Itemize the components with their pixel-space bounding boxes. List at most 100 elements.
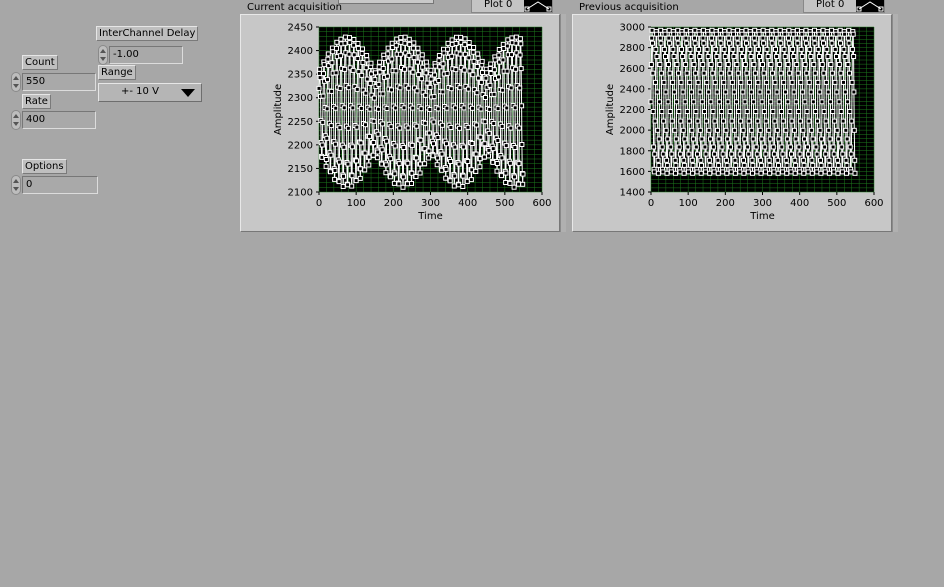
data-point: [838, 40, 843, 46]
plot-style-icon[interactable]: [856, 0, 884, 12]
data-point: [402, 66, 407, 72]
data-point: [505, 37, 511, 43]
data-point: [440, 61, 446, 67]
data-point: [666, 27, 672, 33]
data-point: [748, 89, 754, 95]
data-point: [431, 119, 437, 125]
data-point: [393, 105, 399, 111]
x-tick-label: 400: [458, 198, 477, 209]
data-point: [765, 54, 771, 59]
data-point: [490, 146, 496, 152]
data-point: [832, 118, 838, 124]
data-point: [744, 70, 750, 76]
data-point: [355, 45, 361, 51]
data-point: [406, 52, 412, 58]
data-point: [423, 70, 429, 76]
data-point: [410, 45, 416, 51]
data-point: [685, 144, 691, 150]
data-point: [721, 79, 727, 85]
data-point: [787, 109, 793, 114]
data-point: [805, 169, 811, 175]
data-point: [648, 62, 654, 67]
count-field[interactable]: 550: [22, 73, 96, 91]
rate-spin-icon[interactable]: [11, 110, 21, 130]
data-point: [796, 109, 802, 114]
data-point: [801, 162, 807, 168]
data-point: [775, 157, 781, 163]
data-point: [321, 71, 326, 77]
data-point: [818, 162, 824, 168]
data-point: [755, 46, 761, 52]
data-point: [393, 42, 399, 48]
data-point: [424, 63, 430, 69]
data-point: [831, 169, 837, 175]
data-point: [753, 144, 759, 150]
data-point: [436, 58, 442, 64]
data-point: [762, 144, 768, 150]
data-point: [353, 178, 359, 184]
options-spin-icon[interactable]: [11, 175, 21, 195]
range-dropdown[interactable]: +- 10 V: [98, 83, 202, 102]
count-spin-icon[interactable]: [11, 72, 21, 92]
rate-field[interactable]: 400: [22, 111, 96, 129]
data-point: [808, 89, 814, 95]
data-point: [800, 157, 806, 163]
data-point: [320, 93, 326, 99]
data-point: [367, 133, 372, 139]
data-point: [814, 169, 820, 175]
data-point: [415, 50, 421, 56]
data-point: [461, 144, 467, 150]
data-point: [802, 62, 808, 67]
data-point: [822, 144, 828, 150]
graph-previous-chart[interactable]: 0 100 200 300 400 500 600 1400 1600 1800 2000 2200 2…: [572, 14, 892, 232]
data-point: [725, 136, 731, 142]
plot-style-icon[interactable]: [524, 0, 552, 12]
y-tick-label: 2300: [288, 93, 313, 104]
data-point: [740, 127, 746, 133]
data-point: [457, 85, 463, 91]
data-point: [332, 141, 338, 147]
data-point: [724, 162, 730, 168]
data-point: [809, 127, 815, 133]
data-point: [712, 79, 718, 85]
data-point: [332, 176, 338, 182]
data-point: [810, 99, 816, 105]
data-point: [436, 53, 442, 58]
data-point: [683, 35, 689, 41]
data-point: [477, 164, 483, 170]
y-tick-label: 2400: [288, 46, 313, 57]
options-field[interactable]: 0: [22, 176, 98, 194]
data-point: [730, 46, 736, 52]
data-point: [716, 99, 722, 105]
y-tick-label: 2150: [288, 164, 313, 175]
graph-current-chart[interactable]: 0 100 200 300 400 500 600 2100 2150 2200 2250 2300 2…: [240, 14, 560, 232]
data-point: [317, 75, 323, 81]
data-point: [689, 157, 695, 163]
data-point: [345, 182, 351, 188]
data-point: [714, 54, 720, 59]
data-point: [676, 144, 682, 150]
data-point: [780, 169, 786, 175]
data-point: [738, 118, 744, 124]
data-point: [752, 27, 758, 33]
data-point: [802, 99, 808, 105]
data-point: [418, 106, 424, 112]
data-point: [508, 125, 514, 131]
data-point: [795, 40, 801, 46]
data-point: [680, 54, 686, 59]
data-point: [321, 62, 327, 68]
interchannel-delay-spin-icon[interactable]: [98, 45, 108, 65]
data-point: [741, 157, 746, 163]
x-tick-label: 100: [347, 198, 366, 209]
data-point: [737, 169, 743, 175]
data-point: [778, 70, 784, 76]
data-point: [698, 157, 704, 163]
data-point: [743, 35, 749, 41]
data-point: [467, 44, 472, 50]
data-point: [516, 125, 522, 131]
graph-current-rail: [560, 14, 566, 232]
data-point: [713, 46, 719, 52]
interchannel-delay-field[interactable]: -1.00: [109, 46, 183, 64]
data-point: [719, 144, 725, 150]
data-point: [452, 105, 458, 111]
